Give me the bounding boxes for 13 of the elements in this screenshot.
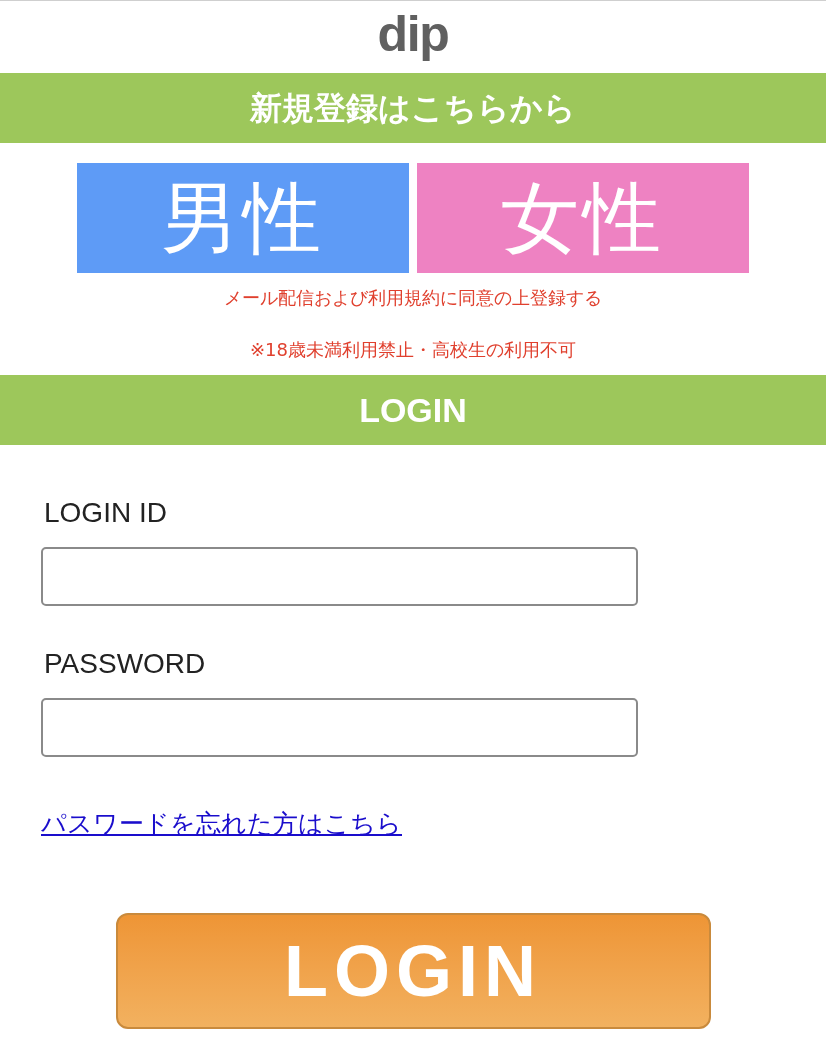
gender-button[interactable]: 男性 (77, 163, 409, 273)
register-banner: 新規登録はこちらから (0, 73, 826, 143)
field-label: LOGIN ID (44, 496, 168, 530)
input-field[interactable] (41, 547, 638, 606)
notice-text: メール配信および利用規約に同意の上登録する (224, 286, 602, 310)
notice-text: ※18歳未満利用禁止・高校生の利用不可 (250, 338, 576, 362)
field-label: PASSWORD (44, 647, 207, 681)
login-banner: LOGIN (0, 375, 826, 445)
input-field[interactable] (41, 698, 638, 757)
forgot-password-link[interactable]: パスワードを忘れた方はこちら (41, 805, 402, 843)
login-button[interactable]: LOGIN (115, 912, 711, 1029)
gender-button[interactable]: 女性 (417, 163, 749, 273)
logo: dip (377, 9, 449, 59)
